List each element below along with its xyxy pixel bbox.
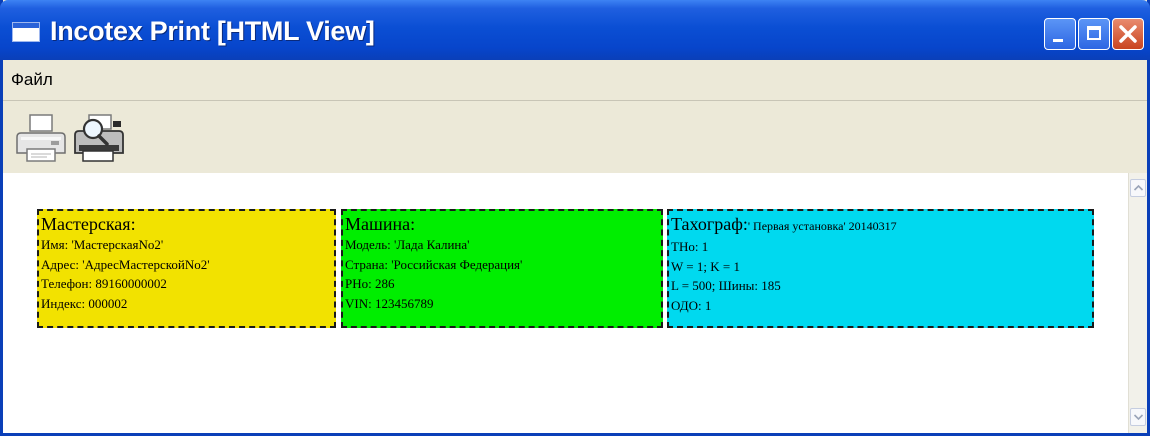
tachograph-number: THo: 1 bbox=[671, 239, 709, 254]
vertical-scrollbar[interactable] bbox=[1128, 173, 1147, 433]
tachograph-w-k: W = 1; K = 1 bbox=[671, 258, 740, 274]
chevron-down-icon bbox=[1133, 414, 1144, 421]
car-country: Страна: 'Российская Федерация' bbox=[345, 256, 523, 272]
printer-icon bbox=[16, 114, 66, 162]
car-reg-number: PHo: 286 bbox=[345, 276, 395, 291]
scroll-down-button[interactable] bbox=[1130, 408, 1146, 426]
workshop-name: Имя: 'МастерскаяNo2' bbox=[41, 237, 164, 252]
maximize-icon bbox=[1087, 26, 1101, 40]
close-icon bbox=[1119, 25, 1137, 43]
toolbar bbox=[3, 101, 1147, 173]
workshop-card: Мастерская: Имя: 'МастерскаяNo2' Адрес: … bbox=[37, 209, 336, 328]
app-window-icon[interactable] bbox=[12, 22, 40, 42]
workshop-index: Индекс: 000002 bbox=[41, 295, 128, 311]
car-model: Модель: 'Лада Калина' bbox=[345, 237, 470, 252]
tachograph-header: Тахограф:' Первая установка' 20140317 bbox=[671, 213, 1090, 237]
close-button[interactable] bbox=[1112, 18, 1144, 50]
print-preview-button[interactable] bbox=[73, 111, 127, 165]
car-card: Машина: Модель: 'Лада Калина' Страна: 'Р… bbox=[341, 209, 663, 328]
app-window: Incotex Print [HTML View] Файл Мастерска… bbox=[0, 0, 1150, 436]
chevron-up-icon bbox=[1133, 184, 1144, 191]
minimize-button[interactable] bbox=[1044, 18, 1076, 50]
scroll-up-button[interactable] bbox=[1130, 179, 1146, 197]
workshop-phone: Телефон: 89160000002 bbox=[41, 276, 167, 291]
window-title: Incotex Print [HTML View] bbox=[50, 16, 375, 46]
tachograph-header-detail: ' Первая установка' 20140317 bbox=[747, 219, 897, 233]
maximize-button[interactable] bbox=[1078, 18, 1110, 50]
tachograph-l-tires: L = 500; Шины: 185 bbox=[671, 278, 781, 293]
workshop-address: Адрес: 'АдресМастерскойNo2' bbox=[41, 256, 210, 272]
tachograph-header-label: Тахограф: bbox=[671, 214, 748, 234]
car-header: Машина: bbox=[345, 214, 416, 234]
tachograph-card: Тахограф:' Первая установка' 20140317 TH… bbox=[667, 209, 1094, 328]
minimize-icon bbox=[1053, 39, 1063, 42]
print-button[interactable] bbox=[15, 111, 69, 165]
html-view-area[interactable]: Мастерская: Имя: 'МастерскаяNo2' Адрес: … bbox=[3, 173, 1128, 433]
car-vin: VIN: 123456789 bbox=[345, 295, 434, 311]
menu-bar: Файл bbox=[3, 60, 1147, 101]
print-preview-icon bbox=[74, 114, 124, 162]
title-bar[interactable]: Incotex Print [HTML View] bbox=[0, 0, 1150, 60]
workshop-header: Мастерская: bbox=[41, 214, 136, 234]
menu-file[interactable]: Файл bbox=[11, 71, 53, 89]
tachograph-odo: ОДО: 1 bbox=[671, 297, 712, 313]
